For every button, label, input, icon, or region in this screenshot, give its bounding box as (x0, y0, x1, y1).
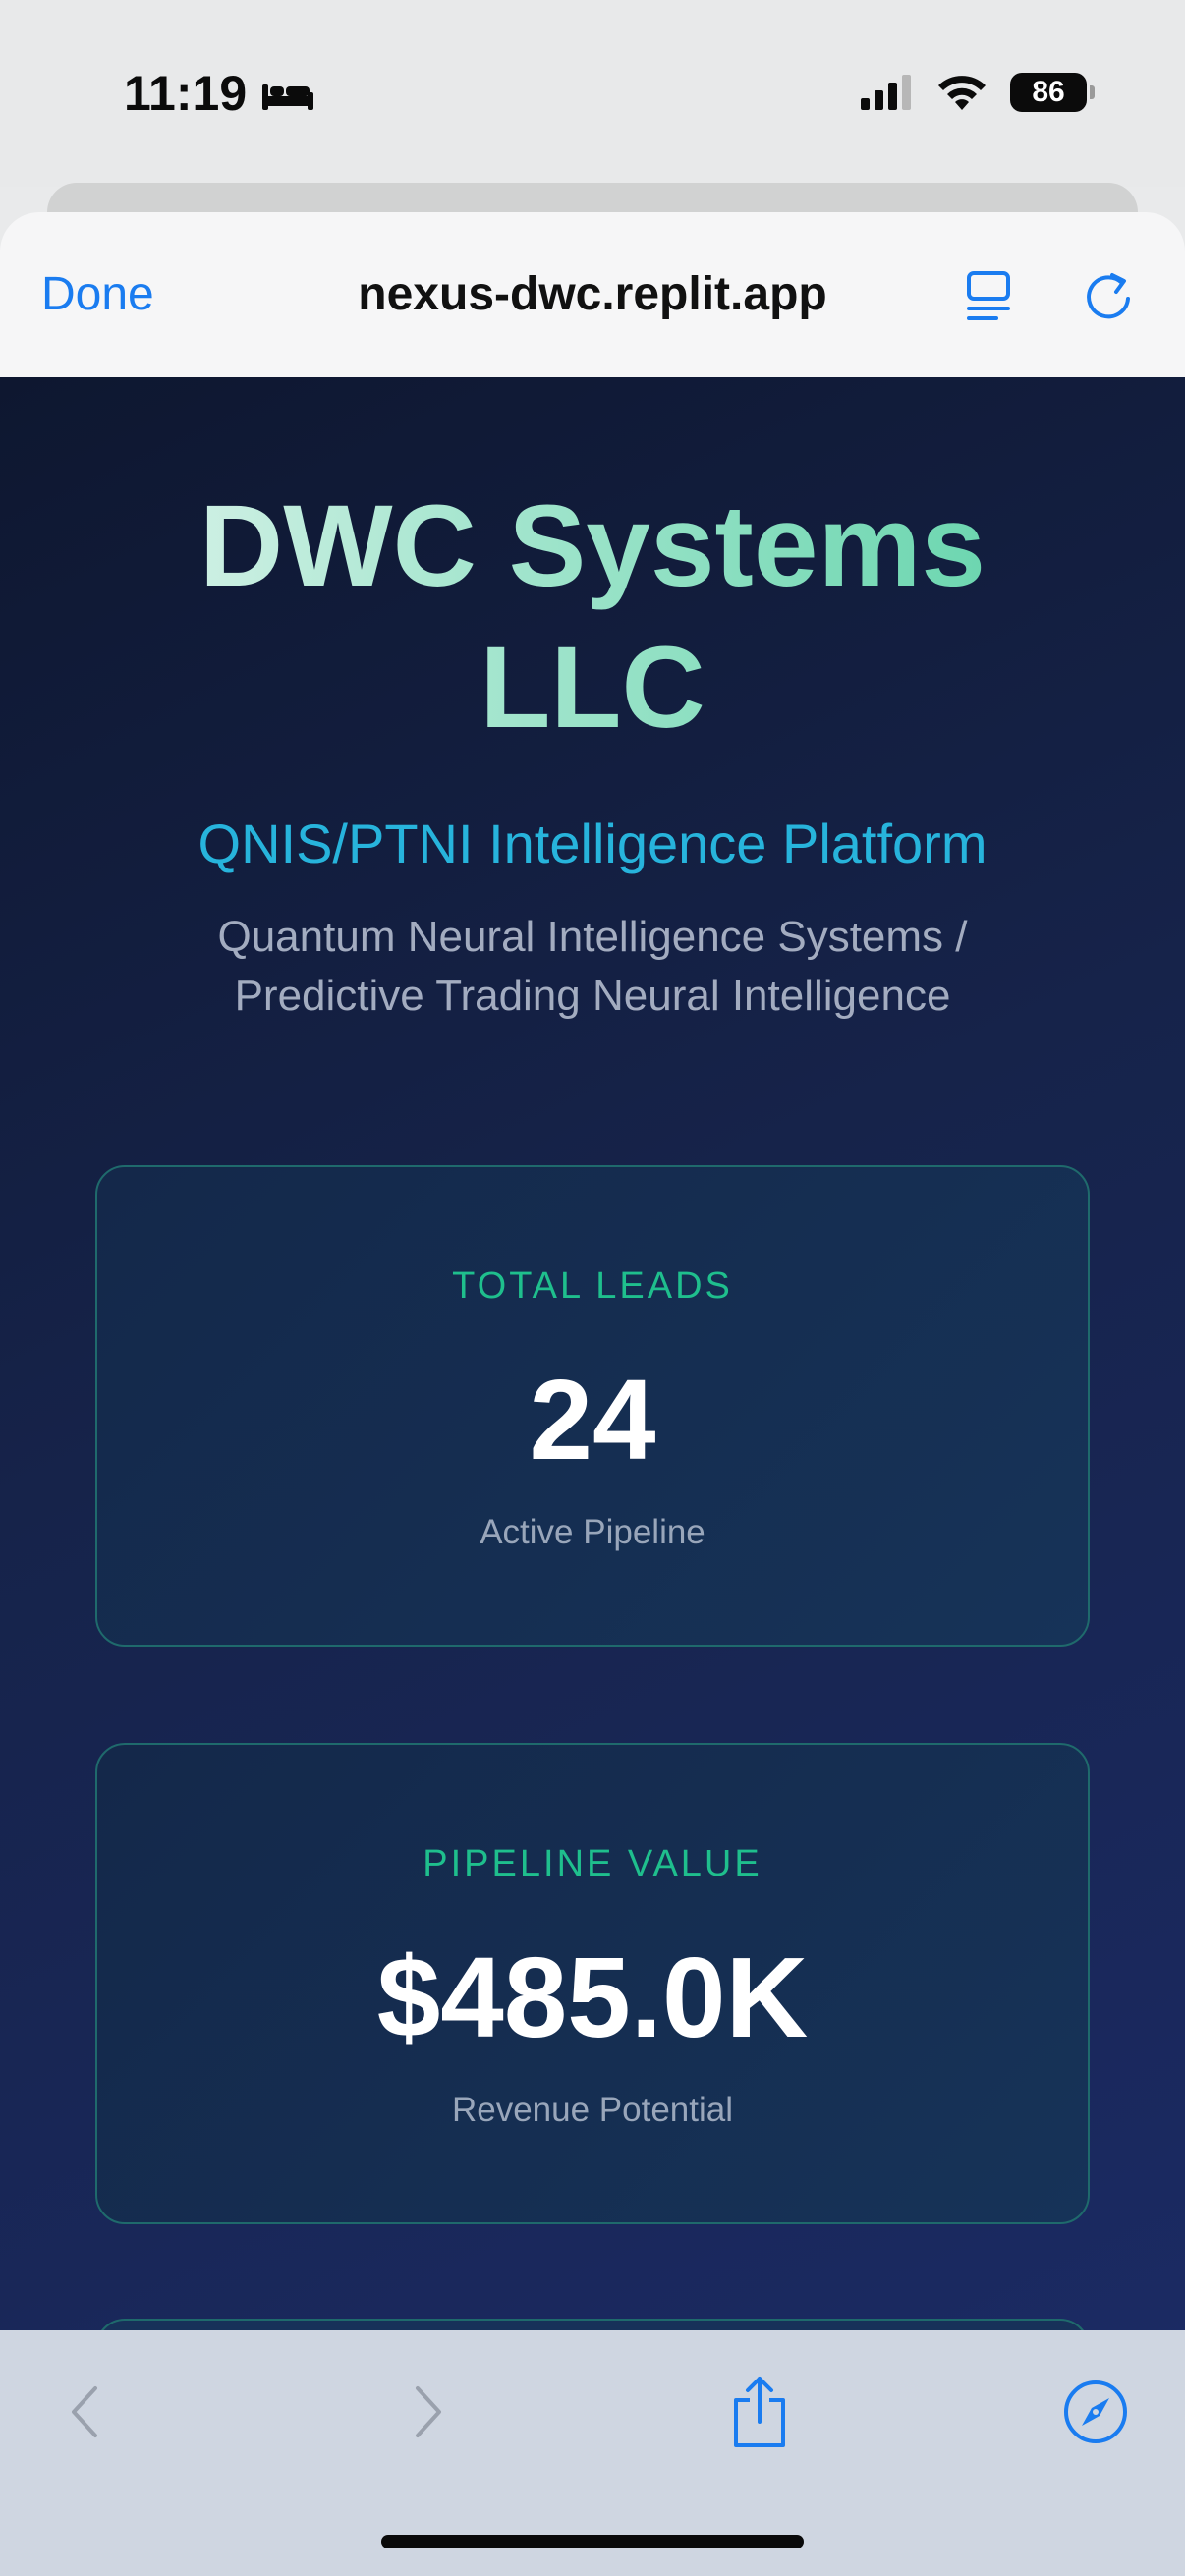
battery-cap (1090, 85, 1095, 99)
card-caption: Active Pipeline (480, 1513, 705, 1551)
home-indicator (381, 2535, 804, 2548)
forward-button[interactable] (393, 2378, 462, 2446)
platform-subtitle: QNIS/PTNI Intelligence Platform (198, 812, 988, 874)
browser-header: Done nexus-dwc.replit.app (0, 212, 1185, 377)
platform-description: Quantum Neural Intelligence Systems / Pr… (138, 908, 1047, 1026)
card-value: 24 (529, 1356, 656, 1484)
status-indicators: 86 (859, 73, 1095, 112)
compass-icon (1064, 2380, 1127, 2443)
status-time: 11:19 (124, 65, 315, 122)
status-time-text: 11:19 (124, 66, 248, 121)
cellular-signal-icon (861, 75, 911, 110)
description-line-2: Predictive Trading Neural Intelligence (234, 972, 951, 1020)
url-text[interactable]: nexus-dwc.replit.app (358, 268, 826, 320)
title-line-2: LLC (480, 623, 705, 753)
back-button[interactable] (51, 2378, 120, 2446)
card-caption: Revenue Potential (451, 2091, 734, 2129)
battery-level: 86 (1032, 76, 1065, 108)
forward-chevron-icon (416, 2386, 441, 2437)
page-content: DWC Systems LLC QNIS/PTNI Intelligence P… (0, 377, 1185, 2378)
done-button[interactable]: Done (41, 267, 154, 321)
total-leads-card: TOTAL LEADS 24 Active Pipeline (95, 1165, 1090, 1647)
pipeline-value-card: PIPELINE VALUE $485.0K Revenue Potential (95, 1743, 1090, 2224)
compass-button[interactable] (1061, 2378, 1130, 2446)
card-value: $485.0K (376, 1933, 809, 2061)
title-line-1: DWC Systems (198, 481, 986, 611)
share-button[interactable] (725, 2377, 794, 2447)
status-bar: 11:19 86 (0, 0, 1185, 187)
sleep-bed-icon (262, 84, 314, 110)
reader-icon[interactable] (963, 265, 1018, 324)
share-icon (734, 2377, 785, 2447)
browser-toolbar (0, 2330, 1185, 2576)
back-chevron-icon (72, 2386, 97, 2437)
description-line-1: Quantum Neural Intelligence Systems / (217, 913, 968, 961)
card-label: TOTAL LEADS (452, 1265, 733, 1307)
card-label: PIPELINE VALUE (423, 1843, 762, 1884)
page-title: DWC Systems LLC (0, 476, 1185, 758)
wifi-icon (938, 76, 986, 110)
reload-icon[interactable] (1079, 265, 1138, 324)
battery-icon: 86 (1010, 73, 1095, 112)
